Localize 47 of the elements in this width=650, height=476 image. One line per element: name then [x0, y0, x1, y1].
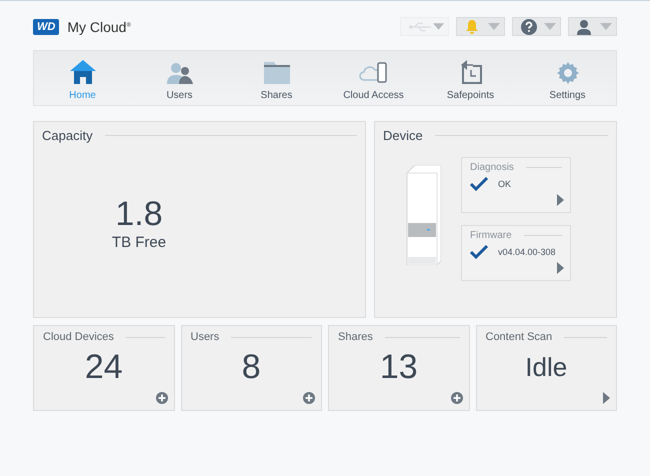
help-icon: [521, 18, 537, 34]
add-icon[interactable]: [303, 392, 315, 404]
tile-title: Users: [190, 331, 220, 343]
caret-icon: [432, 23, 444, 30]
arrow-icon[interactable]: [557, 194, 564, 206]
panel-title: Device: [383, 128, 423, 143]
arrow-icon[interactable]: [557, 262, 564, 274]
caret-icon: [544, 23, 556, 30]
caret-icon: [488, 23, 500, 30]
tile-value: Idle: [524, 351, 568, 383]
nav-tab[interactable]: Cloud Access: [325, 51, 422, 105]
tile-value: 24: [84, 348, 124, 387]
gear-icon: [556, 62, 578, 84]
panel-title: Capacity: [42, 128, 93, 143]
folder-icon: [264, 62, 290, 84]
help-menu-button[interactable]: [512, 17, 561, 36]
user-menu-button[interactable]: [568, 17, 617, 36]
arrow-icon[interactable]: [603, 392, 610, 404]
card-title: Firmware: [470, 230, 512, 241]
nav-tab[interactable]: Settings: [519, 51, 616, 105]
bell-icon: [465, 18, 479, 34]
logo[interactable]: WD: [33, 18, 60, 34]
add-icon[interactable]: [156, 392, 168, 404]
nav-tab[interactable]: Safepoints: [422, 51, 519, 105]
card-title: Diagnosis: [470, 162, 514, 173]
restore-icon: [458, 60, 482, 84]
add-icon[interactable]: [450, 392, 462, 404]
home-icon: [70, 60, 96, 84]
capacity-unit: TB Free: [112, 234, 166, 251]
nav-tab[interactable]: Users: [131, 51, 228, 105]
users-icon: [166, 62, 192, 84]
status-value: v04.04.00-308: [498, 247, 556, 257]
tile-title: Content Scan: [486, 331, 552, 343]
caret-icon: [600, 23, 612, 30]
user-icon: [577, 18, 591, 34]
check-icon: [470, 245, 488, 259]
tile-value: 8: [240, 348, 262, 387]
app-title: My Cloud$^{®}$: [67, 18, 131, 34]
cloud-phone-icon: [358, 62, 388, 84]
capacity-value: 1.8: [114, 195, 164, 234]
usb-icon: [409, 22, 433, 32]
status-value: OK: [498, 179, 512, 189]
tile-title: Shares: [338, 331, 373, 343]
check-icon: [470, 177, 488, 191]
nav-tab[interactable]: Shares: [228, 51, 325, 105]
tile-title: Cloud Devices: [43, 331, 114, 343]
tile-value: 13: [378, 348, 419, 387]
